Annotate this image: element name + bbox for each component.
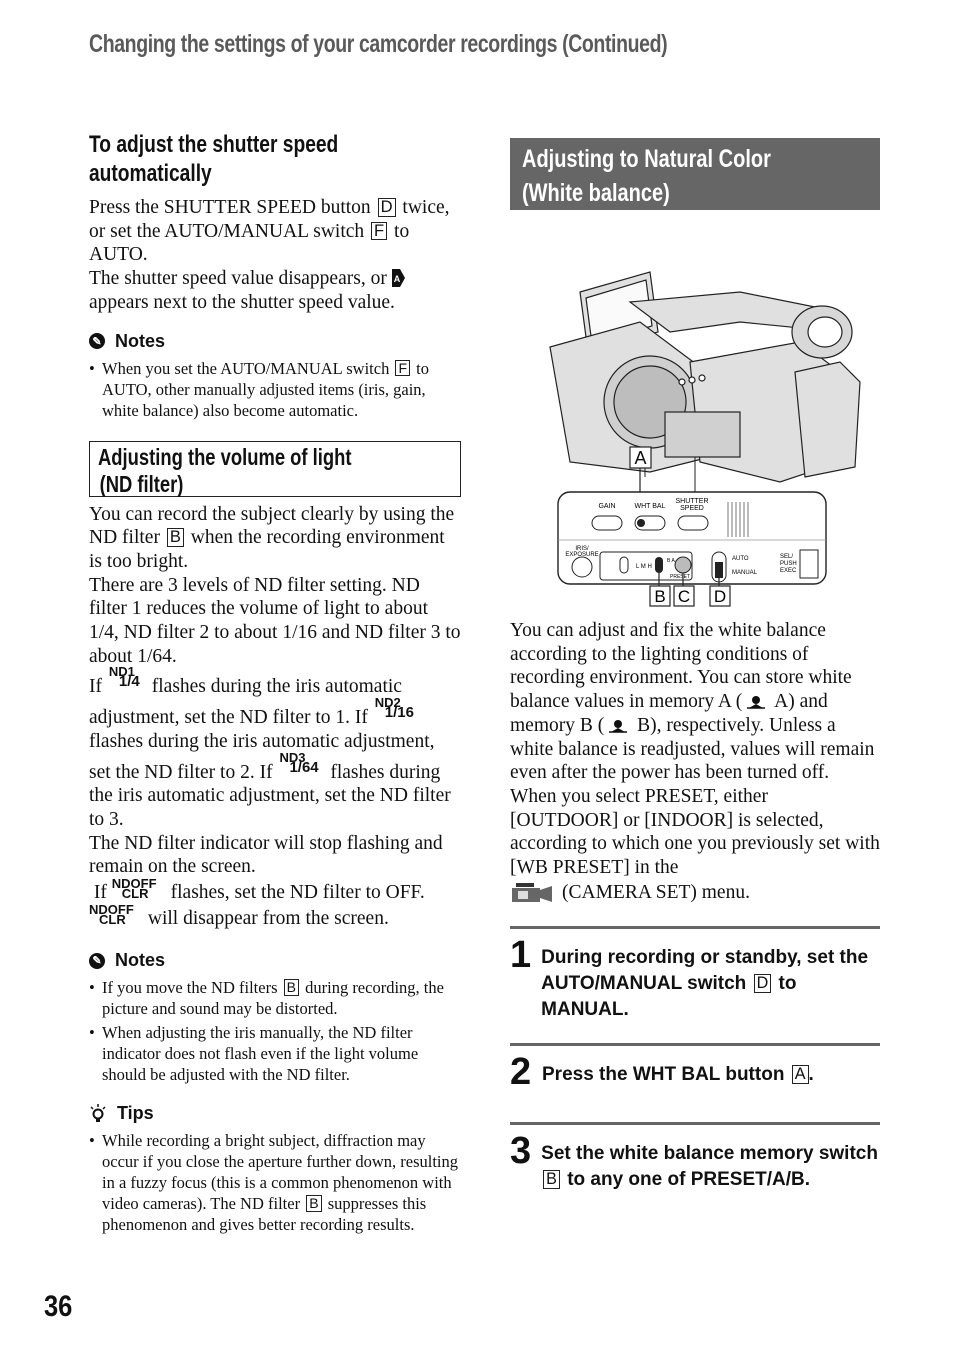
shutter-heading-line1: To adjust the shutter speed [89, 131, 339, 158]
nd-text: will disappear from the screen. [147, 907, 389, 929]
tip-item: While recording a bright subject, diffra… [89, 1130, 461, 1235]
callout-b: B [166, 528, 184, 547]
step-1: 1 During recording or standby, set the A… [510, 926, 880, 1043]
svg-text:GAIN: GAIN [598, 503, 615, 510]
notes-icon: ✎ [89, 952, 105, 969]
left-column: To adjust the shutter speed automaticall… [89, 130, 461, 1238]
svg-text:L M H: L M H [636, 564, 652, 570]
notes-title: Notes [115, 950, 166, 971]
shutter-heading-line2: automatically [89, 160, 212, 187]
wb-heading-line2: (White balance) [522, 179, 670, 207]
notes-2: ✎ Notes If you move the ND filters B dur… [89, 950, 461, 1085]
nd1-icon: ND1 1/4 [108, 664, 140, 691]
nd-off-icon: NDOFF CLR [111, 876, 157, 902]
nd-body: You can record the subject clearly by us… [89, 503, 461, 931]
svg-text:WHT BAL: WHT BAL [635, 503, 666, 510]
callout-b: B [283, 979, 299, 996]
nd-filter-heading-box: Adjusting the volume of light (ND filter… [89, 440, 461, 497]
camcorder-diagram: A GAIN WHT BAL SHUTTER SPEED IRIS/ EXPOS… [549, 271, 861, 607]
step-text: During recording or standby, set the AUT… [541, 947, 869, 1021]
auto-shutter-icon: A [391, 269, 405, 288]
note-text: If you move the ND filters [102, 978, 278, 998]
notes-1: ✎ Notes When you set the AUTO/MANUAL swi… [89, 331, 461, 421]
svg-text:A: A [634, 448, 646, 468]
wb-body: You can adjust and fix the white balance… [510, 619, 880, 904]
custom-wb-icon [747, 696, 766, 709]
page-title: Changing the settings of your camcorder … [89, 30, 668, 58]
svg-text:B: B [654, 587, 665, 606]
svg-text:B A: B A [667, 558, 675, 564]
white-balance-heading: Adjusting to Natural Color (White balanc… [510, 138, 880, 210]
callout-d: D [753, 974, 772, 993]
nd-off-icon: NDOFF CLR [89, 901, 134, 927]
svg-text:D: D [714, 587, 726, 606]
notes-title: Notes [115, 330, 166, 351]
callout-a-label: A [629, 446, 652, 469]
wb-text: When you select PRESET, either [OUTDOOR]… [510, 785, 880, 879]
svg-text:SPEED: SPEED [680, 505, 704, 512]
tips-title: Tips [117, 1103, 154, 1124]
note-item: If you move the ND filters B during reco… [89, 977, 461, 1019]
callout-f: F [395, 359, 411, 376]
note-item: When adjusting the iris manually, the ND… [89, 1022, 461, 1085]
nd-text: flashes, set the ND filter to OFF. [170, 882, 425, 904]
nd-text: There are 3 levels of ND filter setting.… [89, 574, 461, 667]
camera-set-menu-icon [512, 882, 552, 902]
step-number: 3 [510, 1130, 532, 1173]
shutter-body: Press the SHUTTER SPEED button D twice, … [89, 196, 461, 315]
callout-d-label: D [709, 585, 731, 607]
callout-d: D [377, 198, 396, 217]
svg-text:SEL/: SEL/ [780, 554, 793, 560]
shutter-text: The shutter speed value disappears, or [89, 268, 387, 290]
note-text: When adjusting the iris manually, the ND… [102, 1023, 419, 1085]
shutter-auto-section: To adjust the shutter speed automaticall… [89, 130, 461, 315]
nd2-icon: ND2 1/16 [374, 695, 414, 722]
step-text: Press the WHT BAL button A. [542, 1064, 814, 1086]
step-text: Set the white balance memory switch B to… [541, 1143, 878, 1191]
right-column: Adjusting to Natural Color (White balanc… [510, 138, 880, 1193]
step-number: 1 [510, 934, 532, 977]
callout-b: B [543, 1170, 560, 1189]
wb-heading-line1: Adjusting to Natural Color [522, 145, 771, 173]
step-2: 2 Press the WHT BAL button A. [510, 1043, 880, 1122]
wb-text: (CAMERA SET) menu. [562, 881, 750, 903]
camcorder-body [549, 271, 861, 483]
lightbulb-icon [90, 1103, 106, 1122]
step-number: 2 [510, 1051, 532, 1094]
camcorder-illustration: A GAIN WHT BAL SHUTTER SPEED IRIS/ EXPOS… [540, 262, 880, 607]
step-3: 3 Set the white balance memory switch B … [510, 1122, 880, 1193]
nd-text: If [89, 676, 102, 698]
nd-heading-line2: (ND filter) [99, 470, 184, 497]
tips: Tips While recording a bright subject, d… [89, 1103, 461, 1235]
svg-text:MANUAL: MANUAL [732, 570, 758, 576]
svg-text:PUSH: PUSH [780, 561, 797, 567]
svg-text:PRESET: PRESET [670, 574, 690, 580]
svg-text:SHUTTER: SHUTTER [675, 498, 708, 505]
custom-wb-icon [609, 719, 628, 733]
control-panel: GAIN WHT BAL SHUTTER SPEED IRIS/ EXPOSUR… [557, 491, 827, 585]
svg-text:C: C [678, 587, 690, 606]
note-item: When you set the AUTO/MANUAL switch F to… [89, 358, 461, 421]
notes-icon: ✎ [89, 333, 105, 350]
shutter-text: Press the SHUTTER SPEED button [89, 197, 371, 218]
callout-a: A [791, 1065, 809, 1084]
callout-b-label: B [649, 585, 671, 607]
page-number: 36 [44, 1290, 73, 1323]
steps-list: 1 During recording or standby, set the A… [510, 926, 880, 1193]
nd-heading-line1: Adjusting the volume of light [98, 443, 352, 470]
svg-text:A: A [393, 274, 400, 284]
shutter-text: appears next to the shutter speed value. [89, 291, 395, 313]
nd3-icon: ND3 1/64 [279, 749, 319, 776]
nd-text: If [93, 882, 107, 904]
nd-text: The ND filter indicator will stop flashi… [89, 832, 443, 878]
callout-b: B [306, 1195, 322, 1212]
callout-f: F [371, 221, 388, 241]
svg-text:EXEC: EXEC [780, 568, 797, 574]
callout-c-label: C [673, 585, 695, 607]
note-text: When you set the AUTO/MANUAL switch [102, 358, 390, 378]
svg-text:AUTO: AUTO [732, 556, 749, 562]
